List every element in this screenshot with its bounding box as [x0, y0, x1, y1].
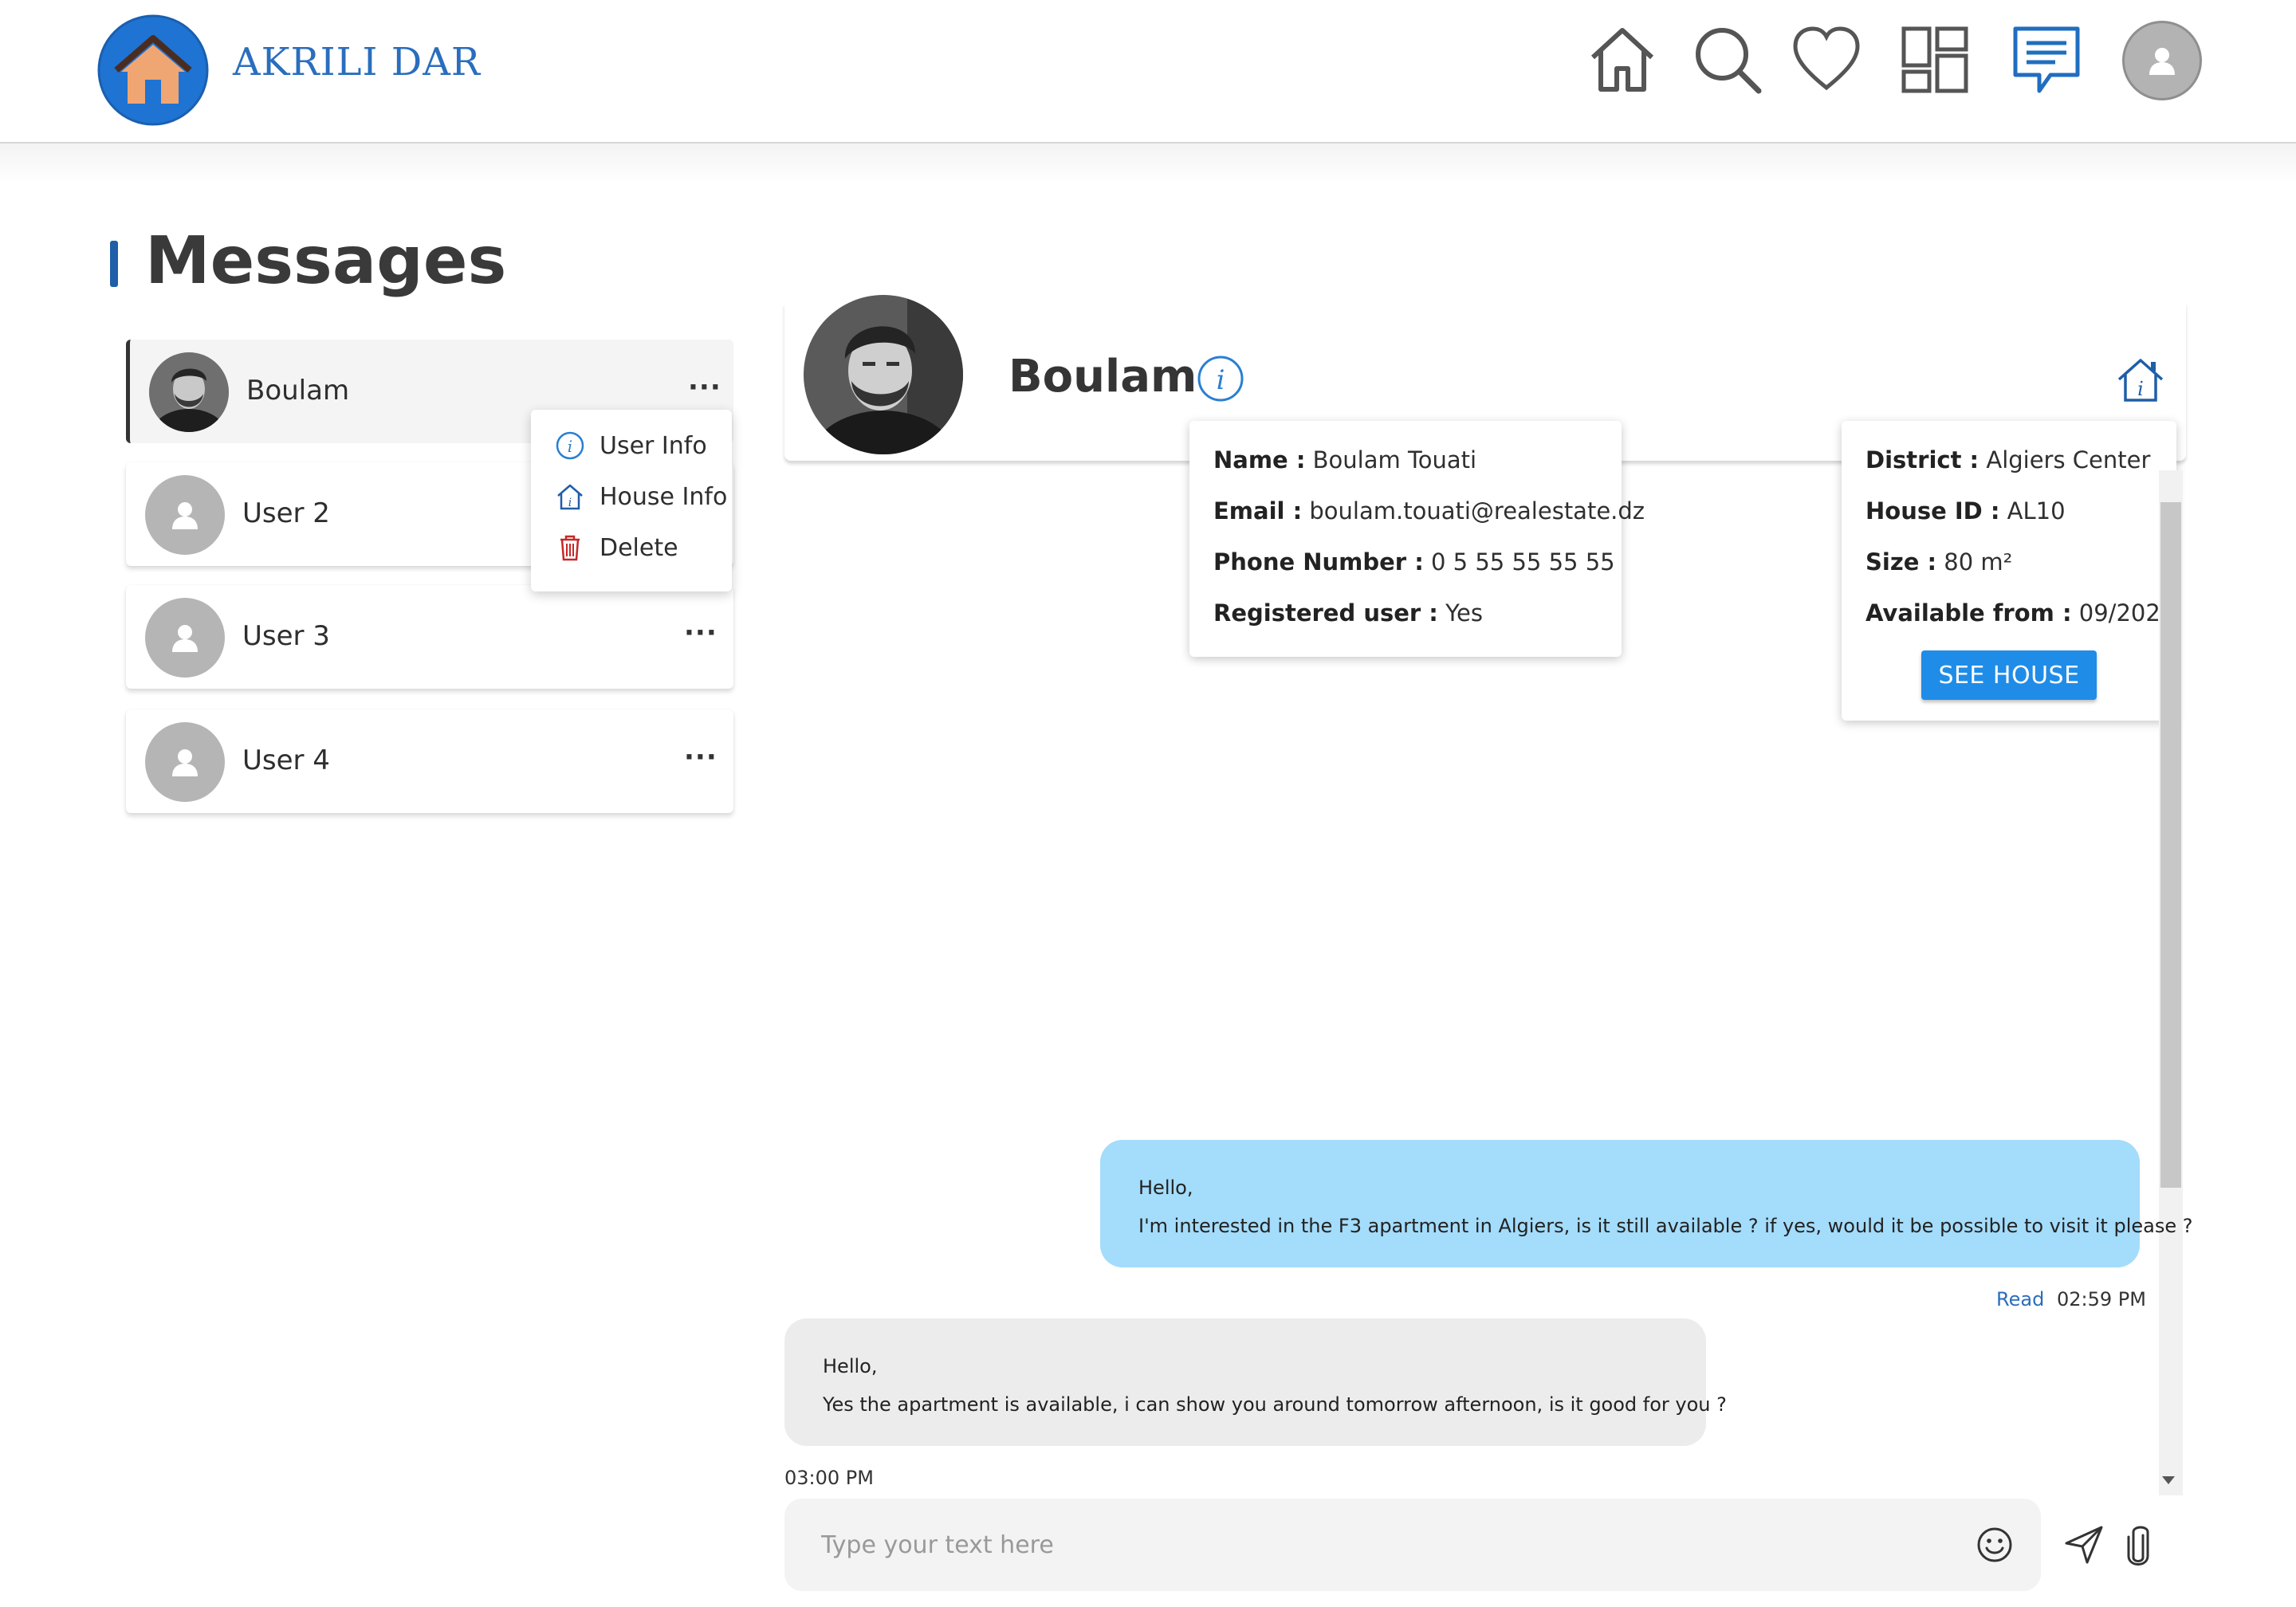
see-house-button[interactable]: SEE HOUSE	[1921, 650, 2097, 700]
home-icon[interactable]	[1586, 24, 1658, 96]
message-line: Yes the apartment is available, i can sh…	[823, 1393, 1727, 1416]
user-name-row: Name : Boulam Touati	[1213, 446, 1476, 473]
label: Available from :	[1866, 599, 2072, 627]
svg-text:i: i	[1217, 364, 1225, 396]
message-outgoing: Hello, I'm interested in the F3 apartmen…	[1100, 1140, 2193, 1267]
trash-icon	[560, 535, 580, 561]
message-line: Hello,	[1138, 1177, 1193, 1199]
message-time: 02:59 PM	[2057, 1288, 2146, 1310]
user-registered: Yes	[1445, 599, 1483, 627]
label: Registered user :	[1213, 599, 1438, 627]
menu-item-label: Delete	[600, 533, 678, 562]
user-registered-row: Registered user : Yes	[1213, 599, 1483, 627]
menu-item-user-info[interactable]: i User Info	[555, 426, 707, 466]
district-row: District : Algiers Center	[1866, 446, 2150, 473]
svg-text:i: i	[2137, 378, 2144, 400]
menu-item-label: House Info	[600, 482, 728, 511]
title-accent-bar	[110, 241, 118, 287]
brand-name[interactable]: AKRILI DAR	[233, 40, 481, 84]
message-line: Hello,	[823, 1355, 878, 1377]
user-phone: 0 5 55 55 55 55	[1431, 548, 1615, 576]
conversation-name: User 2	[242, 497, 330, 529]
user-icon	[172, 502, 198, 529]
svg-text:i: i	[568, 497, 572, 509]
conversation-item-user-3[interactable]: User 3 ···	[126, 585, 733, 689]
chat-avatar[interactable]	[804, 295, 963, 454]
size-value: 80 m²	[1944, 548, 2013, 576]
menu-item-label: User Info	[600, 431, 707, 460]
size-row: Size : 80 m²	[1866, 548, 2012, 576]
messages-icon[interactable]	[2011, 24, 2082, 96]
user-info-popover: Name : Boulam Touati Email : boulam.toua…	[1189, 421, 1645, 657]
house-info-icon: i	[557, 484, 583, 510]
message-composer	[784, 1499, 2041, 1591]
conversation-name: Boulam	[246, 375, 350, 407]
heart-icon[interactable]	[1791, 24, 1862, 96]
label: Size :	[1866, 548, 1937, 576]
user-photo	[804, 295, 963, 454]
search-icon[interactable]	[1692, 24, 1763, 96]
header-shadow	[0, 143, 2296, 183]
message-time: 03:00 PM	[784, 1467, 874, 1489]
conversation-item-user-4[interactable]: User 4 ···	[126, 709, 733, 813]
label: Phone Number :	[1213, 548, 1424, 576]
label: Name :	[1213, 446, 1306, 473]
user-icon	[2149, 48, 2175, 75]
user-email-row: Email : boulam.touati@realestate.dz	[1213, 497, 1645, 525]
user-photo	[149, 352, 229, 432]
conversation-context-menu: i User Info i House Info Delete	[531, 410, 732, 591]
message-incoming: Hello, Yes the apartment is available, i…	[784, 1318, 1727, 1446]
user-icon	[172, 625, 198, 652]
top-header: AKRILI DAR	[0, 0, 2296, 143]
logo-icon[interactable]	[97, 14, 209, 126]
emoji-icon[interactable]	[1976, 1526, 2014, 1564]
avatar	[145, 598, 225, 678]
scrollbar-thumb[interactable]	[2160, 502, 2181, 1188]
available-row: Available from : 09/2023	[1866, 599, 2175, 627]
avatar	[145, 722, 225, 802]
house-info-popover: District : Algiers Center House ID : AL1…	[1842, 421, 2176, 721]
info-icon: i	[556, 431, 584, 460]
user-full-name: Boulam Touati	[1312, 446, 1477, 473]
avatar	[149, 352, 229, 432]
label: House ID :	[1866, 497, 2000, 525]
conversation-name: User 4	[242, 745, 330, 776]
attachment-icon[interactable]	[2124, 1524, 2152, 1569]
avatar	[145, 475, 225, 555]
message-line: I'm interested in the F3 apartment in Al…	[1138, 1215, 2193, 1237]
profile-avatar[interactable]	[2122, 21, 2202, 100]
chat-contact-name: Boulam	[1008, 351, 1197, 403]
label: Email :	[1213, 497, 1303, 525]
menu-item-delete[interactable]: Delete	[555, 528, 678, 568]
menu-item-house-info[interactable]: i House Info	[555, 477, 727, 517]
district-value: Algiers Center	[1986, 446, 2151, 473]
user-email: boulam.touati@realestate.dz	[1309, 497, 1645, 525]
more-options-icon[interactable]: ···	[684, 741, 718, 773]
label: District :	[1866, 446, 1980, 473]
svg-text:i: i	[568, 437, 572, 456]
scroll-down-arrow-icon[interactable]	[2162, 1476, 2175, 1484]
read-status: Read	[1996, 1288, 2045, 1310]
send-icon[interactable]	[2063, 1524, 2105, 1566]
more-options-icon[interactable]: ···	[684, 617, 718, 649]
conversation-name: User 3	[242, 620, 330, 652]
message-input[interactable]	[820, 1521, 1936, 1569]
page-title: Messages	[145, 223, 507, 299]
user-phone-row: Phone Number : 0 5 55 55 55 55	[1213, 548, 1615, 576]
more-options-icon[interactable]: ···	[688, 371, 721, 403]
house-id-value: AL10	[2007, 497, 2066, 525]
user-info-icon[interactable]: i	[1196, 354, 1245, 403]
house-id-row: House ID : AL10	[1866, 497, 2066, 525]
house-info-icon[interactable]: i	[2116, 356, 2165, 405]
user-icon	[172, 749, 198, 776]
dashboard-icon[interactable]	[1899, 24, 1971, 96]
